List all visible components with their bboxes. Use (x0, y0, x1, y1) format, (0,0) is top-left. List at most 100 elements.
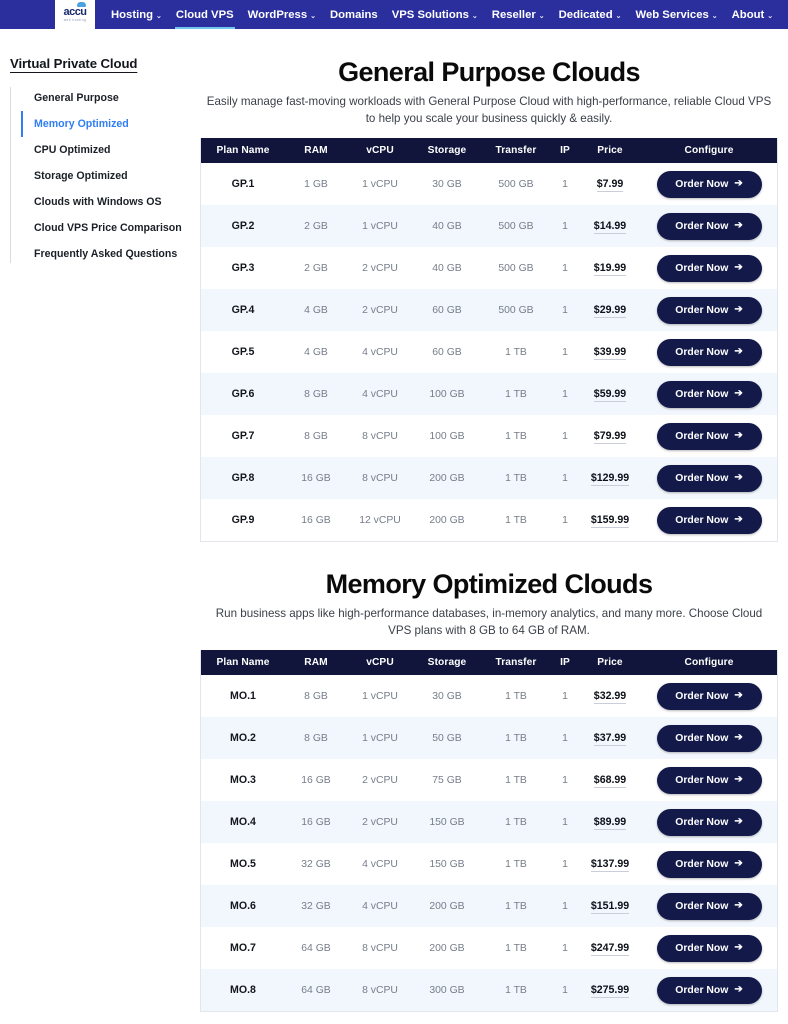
nav-item-label: WordPress (247, 8, 308, 21)
order-now-button[interactable]: Order Now ➔ (656, 766, 762, 794)
section-title: Memory Optimized Clouds (325, 569, 653, 599)
order-now-button[interactable]: Order Now ➔ (656, 464, 762, 492)
arrow-right-icon: ➔ (734, 942, 743, 953)
cell-plan: GP.4 (231, 304, 255, 316)
order-now-button[interactable]: Order Now ➔ (656, 850, 762, 878)
nav-item-about[interactable]: About ⌄ (725, 0, 781, 29)
cell-ip: 1 (562, 388, 568, 400)
cell-configure: Order Now ➔ (641, 457, 777, 499)
cell-transfer: 1 TB (505, 514, 527, 526)
sidebar-item-cpu-optimized[interactable]: CPU Optimized (22, 137, 200, 163)
order-now-button[interactable]: Order Now ➔ (656, 212, 762, 240)
cell-price: $275.99 (579, 969, 641, 1011)
column-header-ip: IP (551, 138, 579, 163)
nav-item-vps-solutions[interactable]: VPS Solutions ⌄ (385, 0, 485, 29)
cell-vcpu: 8 vCPU (362, 984, 398, 996)
cell-vcpu: 8 vCPU (362, 472, 398, 484)
plans-table-wrapper: Plan Name RAM vCPU Storage Transfer IP Price Co… (200, 650, 778, 1012)
nav-item-hosting[interactable]: Hosting ⌄ (104, 0, 169, 29)
arrow-right-icon: ➔ (734, 178, 743, 189)
cell-ram: 1 GB (304, 178, 328, 190)
cell-configure: Order Now ➔ (641, 969, 777, 1011)
cell-transfer: 1 TB (505, 858, 527, 870)
arrow-right-icon: ➔ (734, 304, 743, 315)
order-now-button[interactable]: Order Now ➔ (656, 296, 762, 324)
cell-transfer: 1 TB (505, 388, 527, 400)
cell-vcpu: 1 vCPU (362, 178, 398, 190)
cell-ip: 1 (562, 262, 568, 274)
order-now-button[interactable]: Order Now ➔ (656, 254, 762, 282)
sidebar-item-general-purpose[interactable]: General Purpose (22, 85, 200, 111)
cell-price: $247.99 (579, 927, 641, 969)
cell-storage: 300 GB (429, 984, 465, 996)
cell-ip: 1 (562, 514, 568, 526)
order-now-label: Order Now (675, 304, 729, 316)
order-now-button[interactable]: Order Now ➔ (656, 976, 762, 1004)
order-now-button[interactable]: Order Now ➔ (656, 170, 762, 198)
cell-ip: 1 (562, 816, 568, 828)
nav-item-cloud-vps[interactable]: Cloud VPS (169, 0, 241, 29)
cell-configure: Order Now ➔ (641, 717, 777, 759)
order-now-button[interactable]: Order Now ➔ (656, 892, 762, 920)
sidebar-item-clouds-with-windows-os[interactable]: Clouds with Windows OS (22, 189, 200, 215)
order-now-button[interactable]: Order Now ➔ (656, 808, 762, 836)
cell-ram: 32 GB (301, 858, 331, 870)
sidebar-nav-list: General Purpose Memory Optimized CPU Optim… (10, 85, 200, 267)
logo-wordmark-wrap: accu (63, 1, 87, 17)
order-now-button[interactable]: Order Now ➔ (656, 934, 762, 962)
cell-plan: GP.5 (231, 346, 255, 358)
cell-price: $32.99 (579, 675, 641, 717)
cell-configure: Order Now ➔ (641, 205, 777, 247)
nav-item-label: Domains (329, 8, 378, 21)
cell-storage: 60 GB (432, 346, 462, 358)
site-logo[interactable]: accu web hosting (55, 0, 95, 29)
order-now-label: Order Now (675, 984, 729, 996)
nav-item-dedicated[interactable]: Dedicated ⌄ (552, 0, 629, 29)
arrow-right-icon: ➔ (734, 346, 743, 357)
arrow-right-icon: ➔ (734, 816, 743, 827)
cell-configure: Order Now ➔ (641, 247, 777, 289)
cell-ip: 1 (562, 472, 568, 484)
nav-item-domains[interactable]: Domains (323, 0, 385, 29)
arrow-right-icon: ➔ (734, 900, 743, 911)
order-now-label: Order Now (675, 514, 729, 526)
order-now-button[interactable]: Order Now ➔ (656, 338, 762, 366)
price-value: $32.99 (593, 690, 627, 704)
chevron-down-icon: ⌄ (538, 12, 545, 20)
order-now-label: Order Now (675, 430, 729, 442)
order-now-button[interactable]: Order Now ➔ (656, 422, 762, 450)
cell-price: $159.99 (579, 499, 641, 541)
table-header-row: Plan Name RAM vCPU Storage Transfer IP Price Co… (201, 138, 777, 163)
chevron-down-icon: ⌄ (767, 12, 774, 20)
cell-ram: 64 GB (301, 942, 331, 954)
price-value: $19.99 (593, 262, 627, 276)
order-now-button[interactable]: Order Now ➔ (656, 724, 762, 752)
sidebar-item-memory-optimized[interactable]: Memory Optimized (21, 111, 200, 137)
cell-storage: 30 GB (432, 690, 462, 702)
cell-configure: Order Now ➔ (641, 759, 777, 801)
cell-plan: GP.9 (231, 514, 255, 526)
cell-ip: 1 (562, 304, 568, 316)
nav-item-reseller[interactable]: Reseller ⌄ (485, 0, 552, 29)
cell-price: $39.99 (579, 331, 641, 373)
nav-item-wordpress[interactable]: WordPress ⌄ (241, 0, 323, 29)
plans-section: General Purpose Clouds Easily manage fast… (200, 56, 778, 542)
cell-transfer: 1 TB (505, 346, 527, 358)
nav-item-label: Reseller (491, 8, 536, 21)
order-now-label: Order Now (675, 178, 729, 190)
cell-ram: 4 GB (304, 346, 328, 358)
cell-transfer: 500 GB (498, 262, 534, 274)
cell-plan: MO.7 (230, 942, 256, 954)
sidebar-item-frequently-asked-questions[interactable]: Frequently Asked Questions (22, 241, 200, 267)
order-now-button[interactable]: Order Now ➔ (656, 682, 762, 710)
order-now-label: Order Now (675, 690, 729, 702)
sidebar-item-storage-optimized[interactable]: Storage Optimized (22, 163, 200, 189)
nav-item-web-services[interactable]: Web Services ⌄ (629, 0, 725, 29)
order-now-button[interactable]: Order Now ➔ (656, 380, 762, 408)
order-now-label: Order Now (675, 388, 729, 400)
plans-table: Plan Name RAM vCPU Storage Transfer IP Price Co… (201, 138, 777, 541)
order-now-button[interactable]: Order Now ➔ (656, 506, 762, 534)
sidebar-item-label: CPU Optimized (34, 144, 111, 156)
cell-price: $19.99 (579, 247, 641, 289)
sidebar-item-cloud-vps-price-comparison[interactable]: Cloud VPS Price Comparison (22, 215, 200, 241)
